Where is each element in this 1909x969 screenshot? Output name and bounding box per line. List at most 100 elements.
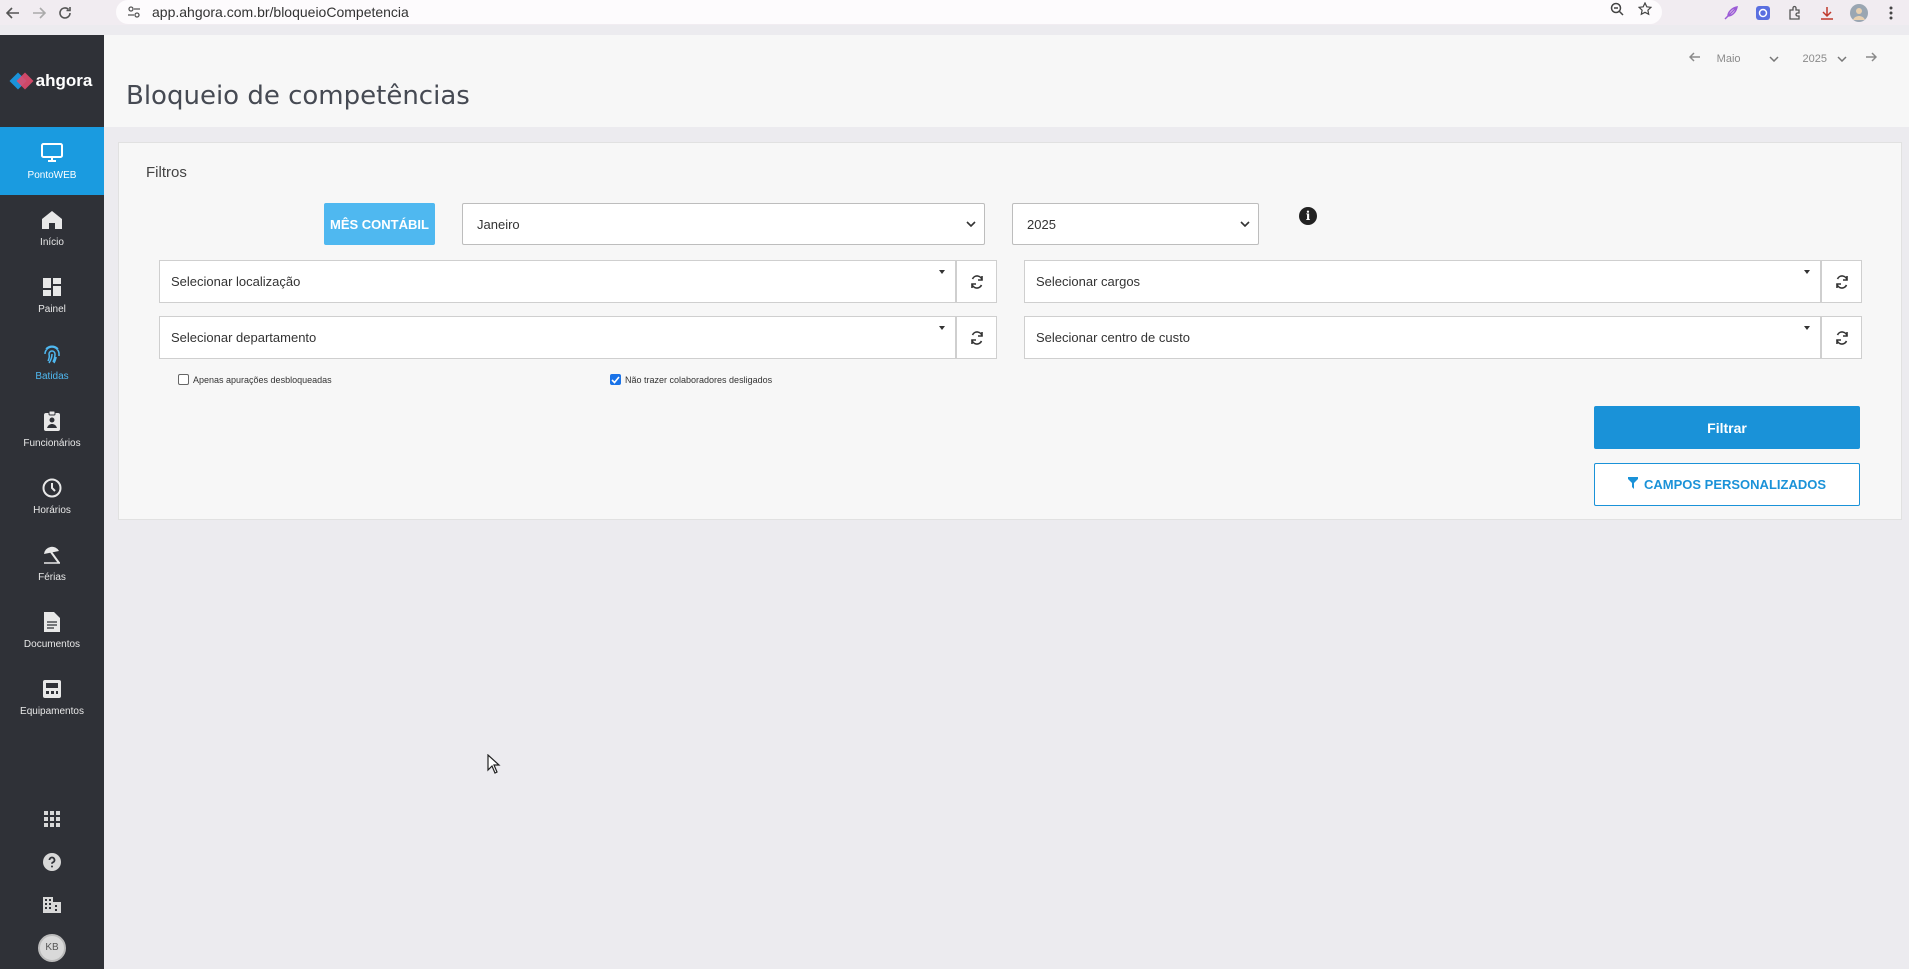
monitor-icon xyxy=(41,142,63,164)
ahgora-logo-icon xyxy=(9,71,34,91)
sidebar-item-label: Férias xyxy=(38,572,66,583)
refresh-icon xyxy=(1835,274,1848,289)
chevron-down-icon xyxy=(1240,218,1250,230)
caret-down-icon xyxy=(1804,270,1810,274)
filtrar-button[interactable]: Filtrar xyxy=(1594,406,1860,449)
localizacao-select[interactable]: Selecionar localização xyxy=(159,260,956,303)
departamento-refresh-button[interactable] xyxy=(956,316,997,359)
device-icon xyxy=(41,678,63,700)
avatar[interactable]: KB xyxy=(38,933,66,962)
page-title: Bloqueio de competências xyxy=(126,81,470,111)
checkbox-label: Apenas apurações desbloqueadas xyxy=(193,374,332,385)
help-icon[interactable] xyxy=(0,840,104,883)
umbrella-icon xyxy=(41,544,63,566)
chevron-down-icon xyxy=(966,218,976,230)
sidebar-item-batidas[interactable]: Batidas xyxy=(0,329,104,396)
back-arrow-icon[interactable] xyxy=(0,0,26,25)
browser-toolbar: app.ahgora.com.br/bloqueioCompetencia xyxy=(0,0,1909,25)
extension-badge-icon[interactable] xyxy=(1753,3,1773,23)
month-dropdown-value: Janeiro xyxy=(477,216,520,232)
cargos-refresh-button[interactable] xyxy=(1821,260,1862,303)
sidebar: ahgora PontoWEB Início Painel Batidas Fu… xyxy=(0,35,104,969)
reload-icon[interactable] xyxy=(52,0,78,25)
month-select[interactable]: Maio xyxy=(1709,53,1779,65)
sidebar-item-label: Horários xyxy=(33,505,71,516)
chevron-down-icon xyxy=(1837,53,1847,65)
dashboard-icon xyxy=(41,276,63,298)
brand-name: ahgora xyxy=(35,71,93,90)
browser-menu-icon[interactable] xyxy=(1881,3,1901,23)
sidebar-item-inicio[interactable]: Início xyxy=(0,195,104,262)
sidebar-item-painel[interactable]: Painel xyxy=(0,262,104,329)
sidebar-item-pontoweb[interactable]: PontoWEB xyxy=(0,127,104,195)
puzzle-extensions-icon[interactable] xyxy=(1785,3,1805,23)
caret-down-icon xyxy=(1804,326,1810,330)
checkbox-checked[interactable] xyxy=(610,374,621,385)
apurações-desbloqueadas-checkbox[interactable]: Apenas apurações desbloqueadas xyxy=(178,374,332,385)
sidebar-item-horarios[interactable]: Horários xyxy=(0,463,104,530)
sidebar-item-equipamentos[interactable]: Equipamentos xyxy=(0,664,104,731)
sidebar-item-label: Painel xyxy=(38,304,66,315)
centro-custo-select[interactable]: Selecionar centro de custo xyxy=(1024,316,1821,359)
month-dropdown[interactable]: Janeiro xyxy=(462,203,985,245)
fingerprint-icon xyxy=(41,343,63,365)
sidebar-item-funcionarios[interactable]: Funcionários xyxy=(0,396,104,463)
caret-down-icon xyxy=(939,326,945,330)
address-bar[interactable]: app.ahgora.com.br/bloqueioCompetencia xyxy=(116,0,1662,24)
sidebar-item-label: PontoWEB xyxy=(27,169,77,181)
cargos-select[interactable]: Selecionar cargos xyxy=(1024,260,1821,303)
previous-period-arrow-icon[interactable] xyxy=(1688,52,1701,65)
brand-logo[interactable]: ahgora xyxy=(0,35,104,127)
next-period-arrow-icon[interactable] xyxy=(1865,52,1878,65)
localizacao-placeholder: Selecionar localização xyxy=(171,274,301,289)
refresh-icon xyxy=(970,330,983,345)
caret-down-icon xyxy=(939,270,945,274)
sidebar-item-label: Equipamentos xyxy=(20,706,84,717)
mouse-cursor-icon xyxy=(487,753,501,779)
departamento-placeholder: Selecionar departamento xyxy=(171,330,317,345)
mes-contabil-button[interactable]: MÊS CONTÁBIL xyxy=(324,203,435,245)
zoom-icon[interactable] xyxy=(1610,2,1624,19)
download-icon[interactable] xyxy=(1817,3,1837,23)
refresh-icon xyxy=(970,274,983,289)
campos-personalizados-button[interactable]: CAMPOS PERSONALIZADOS xyxy=(1594,463,1860,506)
filter-funnel-icon xyxy=(1627,477,1638,492)
profile-avatar-icon[interactable] xyxy=(1849,3,1869,23)
sidebar-item-label: Funcionários xyxy=(23,438,81,449)
site-settings-icon[interactable] xyxy=(124,2,144,22)
departamento-select[interactable]: Selecionar departamento xyxy=(159,316,956,359)
sidebar-footer: KB xyxy=(0,797,104,969)
forward-arrow-icon[interactable] xyxy=(26,0,52,25)
clock-icon xyxy=(41,477,63,499)
year-select-value: 2025 xyxy=(1802,52,1827,65)
sidebar-item-label: Documentos xyxy=(23,639,81,650)
year-select[interactable]: 2025 xyxy=(1787,53,1847,65)
sidebar-item-label: Início xyxy=(40,237,64,248)
refresh-icon xyxy=(1835,330,1848,345)
cargos-placeholder: Selecionar cargos xyxy=(1036,274,1141,289)
home-icon xyxy=(41,209,63,231)
checkbox-unchecked[interactable] xyxy=(178,374,189,385)
url-text[interactable]: app.ahgora.com.br/bloqueioCompetencia xyxy=(152,4,409,20)
centro-custo-placeholder: Selecionar centro de custo xyxy=(1036,330,1190,345)
period-navigator: Maio 2025 xyxy=(1688,52,1878,65)
campos-personalizados-label: CAMPOS PERSONALIZADOS xyxy=(1643,477,1826,492)
badge-icon xyxy=(41,410,63,432)
filters-card: Filtros MÊS CONTÁBIL Janeiro 2025 i Sele… xyxy=(118,142,1902,520)
bookmark-star-icon[interactable] xyxy=(1637,1,1653,19)
filters-title: Filtros xyxy=(146,164,187,181)
user-avatar[interactable]: KB xyxy=(0,926,104,969)
centro-custo-refresh-button[interactable] xyxy=(1821,316,1862,359)
localizacao-refresh-button[interactable] xyxy=(956,260,997,303)
year-dropdown[interactable]: 2025 xyxy=(1012,203,1259,245)
year-dropdown-value: 2025 xyxy=(1027,216,1056,232)
sidebar-item-label: Batidas xyxy=(35,371,69,382)
info-icon[interactable]: i xyxy=(1299,207,1317,225)
sidebar-item-documentos[interactable]: Documentos xyxy=(0,597,104,664)
colaboradores-desligados-checkbox[interactable]: Não trazer colaboradores desligados xyxy=(610,374,772,385)
feather-extension-icon[interactable] xyxy=(1721,3,1741,23)
apps-grid-icon[interactable] xyxy=(0,797,104,840)
sidebar-item-ferias[interactable]: Férias xyxy=(0,530,104,597)
checkbox-label: Não trazer colaboradores desligados xyxy=(625,374,773,385)
company-building-icon[interactable] xyxy=(0,883,104,926)
